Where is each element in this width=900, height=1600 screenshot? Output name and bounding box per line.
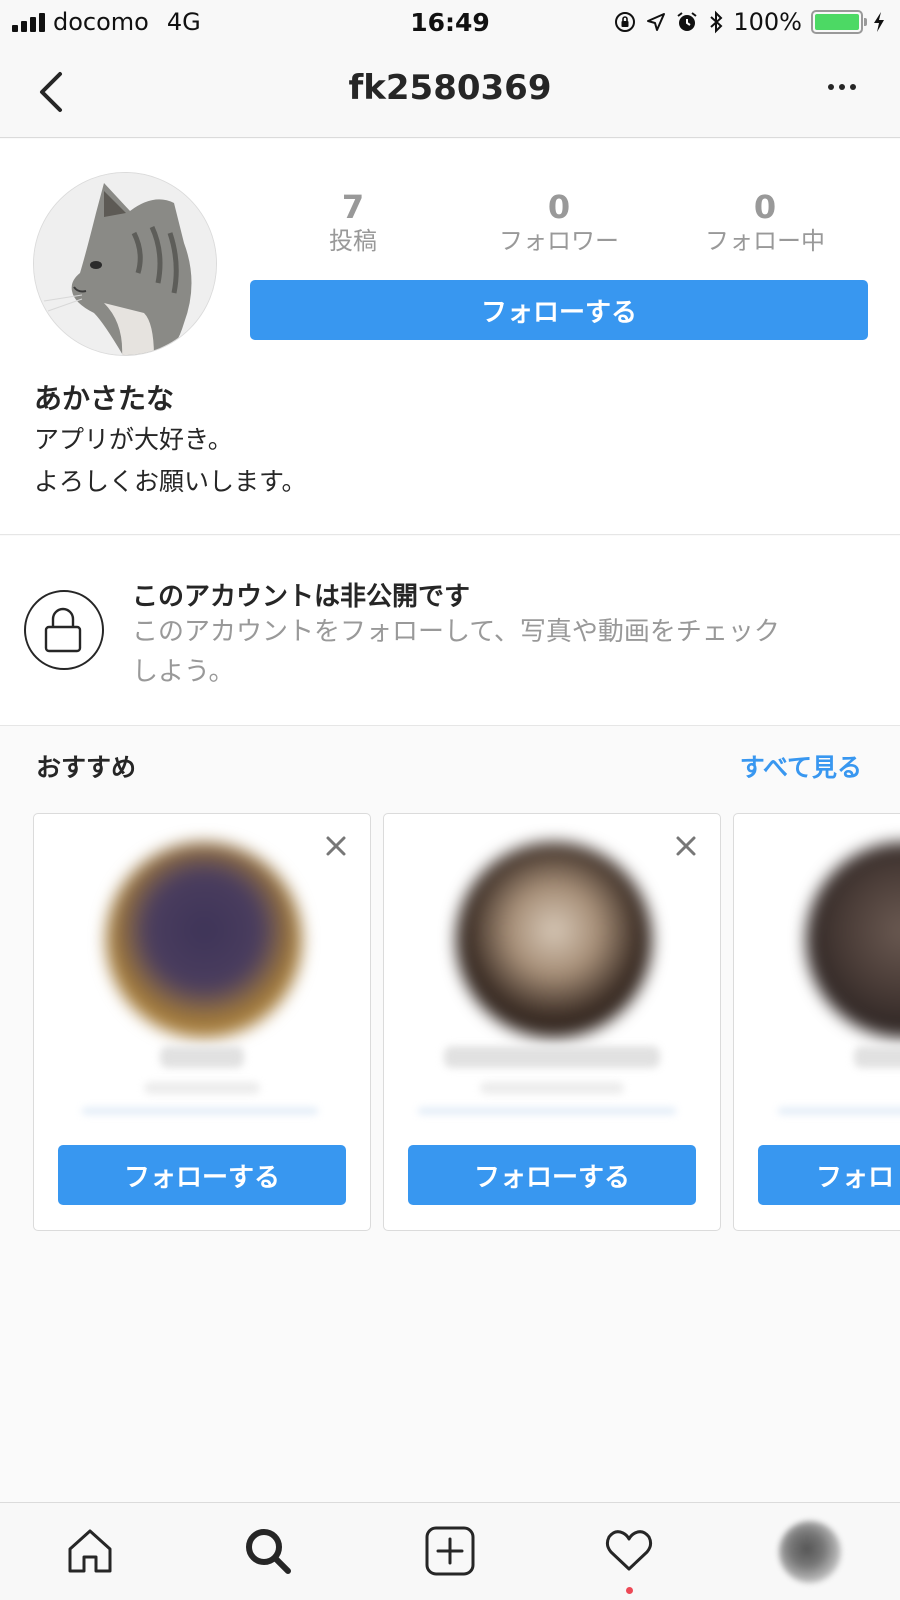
suggestion-subtitle-blurred <box>144 1082 260 1094</box>
battery-percent: 100% <box>733 8 802 36</box>
tab-home[interactable] <box>60 1521 120 1581</box>
rotation-lock-icon <box>615 12 636 32</box>
suggestion-name-blurred <box>444 1046 660 1068</box>
private-account-notice: このアカウントは非公開です このアカウントをフォローして、写真や動画をチェック … <box>0 536 900 726</box>
avatar[interactable] <box>33 172 217 356</box>
tab-search[interactable] <box>238 1521 298 1581</box>
suggestions-title: おすすめ <box>36 753 137 782</box>
profile-stats: 7 投稿 0 フォロワー 0 フォロー中 <box>250 189 868 257</box>
close-icon[interactable] <box>674 834 698 858</box>
tab-activity[interactable] <box>599 1521 659 1581</box>
status-right: 100% <box>613 8 886 36</box>
private-description-line: このアカウントをフォローして、写真や動画をチェック <box>132 617 780 647</box>
home-icon <box>68 1529 112 1573</box>
suggestion-divider-blurred <box>82 1108 318 1114</box>
heart-icon <box>605 1530 653 1571</box>
suggestion-avatar[interactable] <box>806 842 900 1038</box>
suggestion-follow-button[interactable]: フォローする <box>58 1145 346 1205</box>
close-icon[interactable] <box>324 834 348 858</box>
stat-value: 7 <box>341 188 365 226</box>
stat-value: 0 <box>547 188 571 226</box>
add-icon <box>425 1526 475 1576</box>
suggestion-divider-blurred <box>418 1108 676 1114</box>
stat-posts[interactable]: 7 投稿 <box>250 189 456 257</box>
private-description-line: しよう。 <box>132 657 235 687</box>
bio-line: よろしくお願いします。 <box>34 467 307 496</box>
bio: アプリが大好き。 よろしくお願いします。 <box>34 419 307 503</box>
more-icon-dot <box>839 84 845 90</box>
cat-avatar-image <box>34 173 216 355</box>
more-button[interactable] <box>828 84 856 90</box>
more-icon-dot <box>850 84 856 90</box>
stat-label: 投稿 <box>329 227 377 255</box>
battery-icon <box>811 10 867 34</box>
suggestion-cards: フォローする フォローする フォロ <box>33 813 900 1233</box>
suggestion-card: フォローする <box>383 813 721 1231</box>
more-icon <box>828 84 834 90</box>
suggestion-follow-button[interactable]: フォロ <box>758 1145 900 1205</box>
status-bar: docomo 4G 16:49 100% <box>0 0 900 46</box>
alarm-icon <box>677 12 697 31</box>
suggestion-follow-button[interactable]: フォローする <box>408 1145 696 1205</box>
private-title: このアカウントは非公開です <box>132 582 471 612</box>
location-icon <box>647 13 666 31</box>
stat-followers[interactable]: 0 フォロワー <box>456 189 662 257</box>
lock-icon <box>24 590 104 670</box>
notification-dot <box>626 1587 633 1594</box>
profile-header: 7 投稿 0 フォロワー 0 フォロー中 フォローする あかさたな アプリが大好… <box>0 139 900 535</box>
stat-label: フォロワー <box>499 227 619 255</box>
bio-line: アプリが大好き。 <box>34 425 233 454</box>
tab-add[interactable] <box>420 1521 480 1581</box>
bluetooth-icon <box>710 10 723 34</box>
suggestion-subtitle-blurred <box>480 1082 624 1094</box>
follow-button[interactable]: フォローする <box>250 280 868 340</box>
page-title: fk2580369 <box>348 68 552 108</box>
suggestion-avatar[interactable] <box>106 842 302 1038</box>
search-icon <box>246 1529 291 1574</box>
tab-profile-avatar[interactable] <box>779 1521 841 1583</box>
suggestion-divider-blurred <box>778 1108 900 1114</box>
stat-label: フォロー中 <box>705 227 825 255</box>
suggestion-name-blurred <box>160 1046 244 1068</box>
private-description: このアカウントをフォローして、写真や動画をチェック しよう。 <box>132 612 862 692</box>
display-name: あかさたな <box>34 382 175 415</box>
stat-value: 0 <box>753 188 777 226</box>
see-all-link[interactable]: すべて見る <box>740 748 862 784</box>
tab-bar <box>0 1502 900 1600</box>
nav-bar: fk2580369 <box>0 46 900 138</box>
suggestion-card: フォロ <box>733 813 900 1231</box>
charging-icon <box>874 12 884 32</box>
stat-following[interactable]: 0 フォロー中 <box>662 189 868 257</box>
suggestion-card: フォローする <box>33 813 371 1231</box>
suggestion-avatar[interactable] <box>456 842 652 1038</box>
suggestion-name-blurred <box>854 1046 900 1068</box>
